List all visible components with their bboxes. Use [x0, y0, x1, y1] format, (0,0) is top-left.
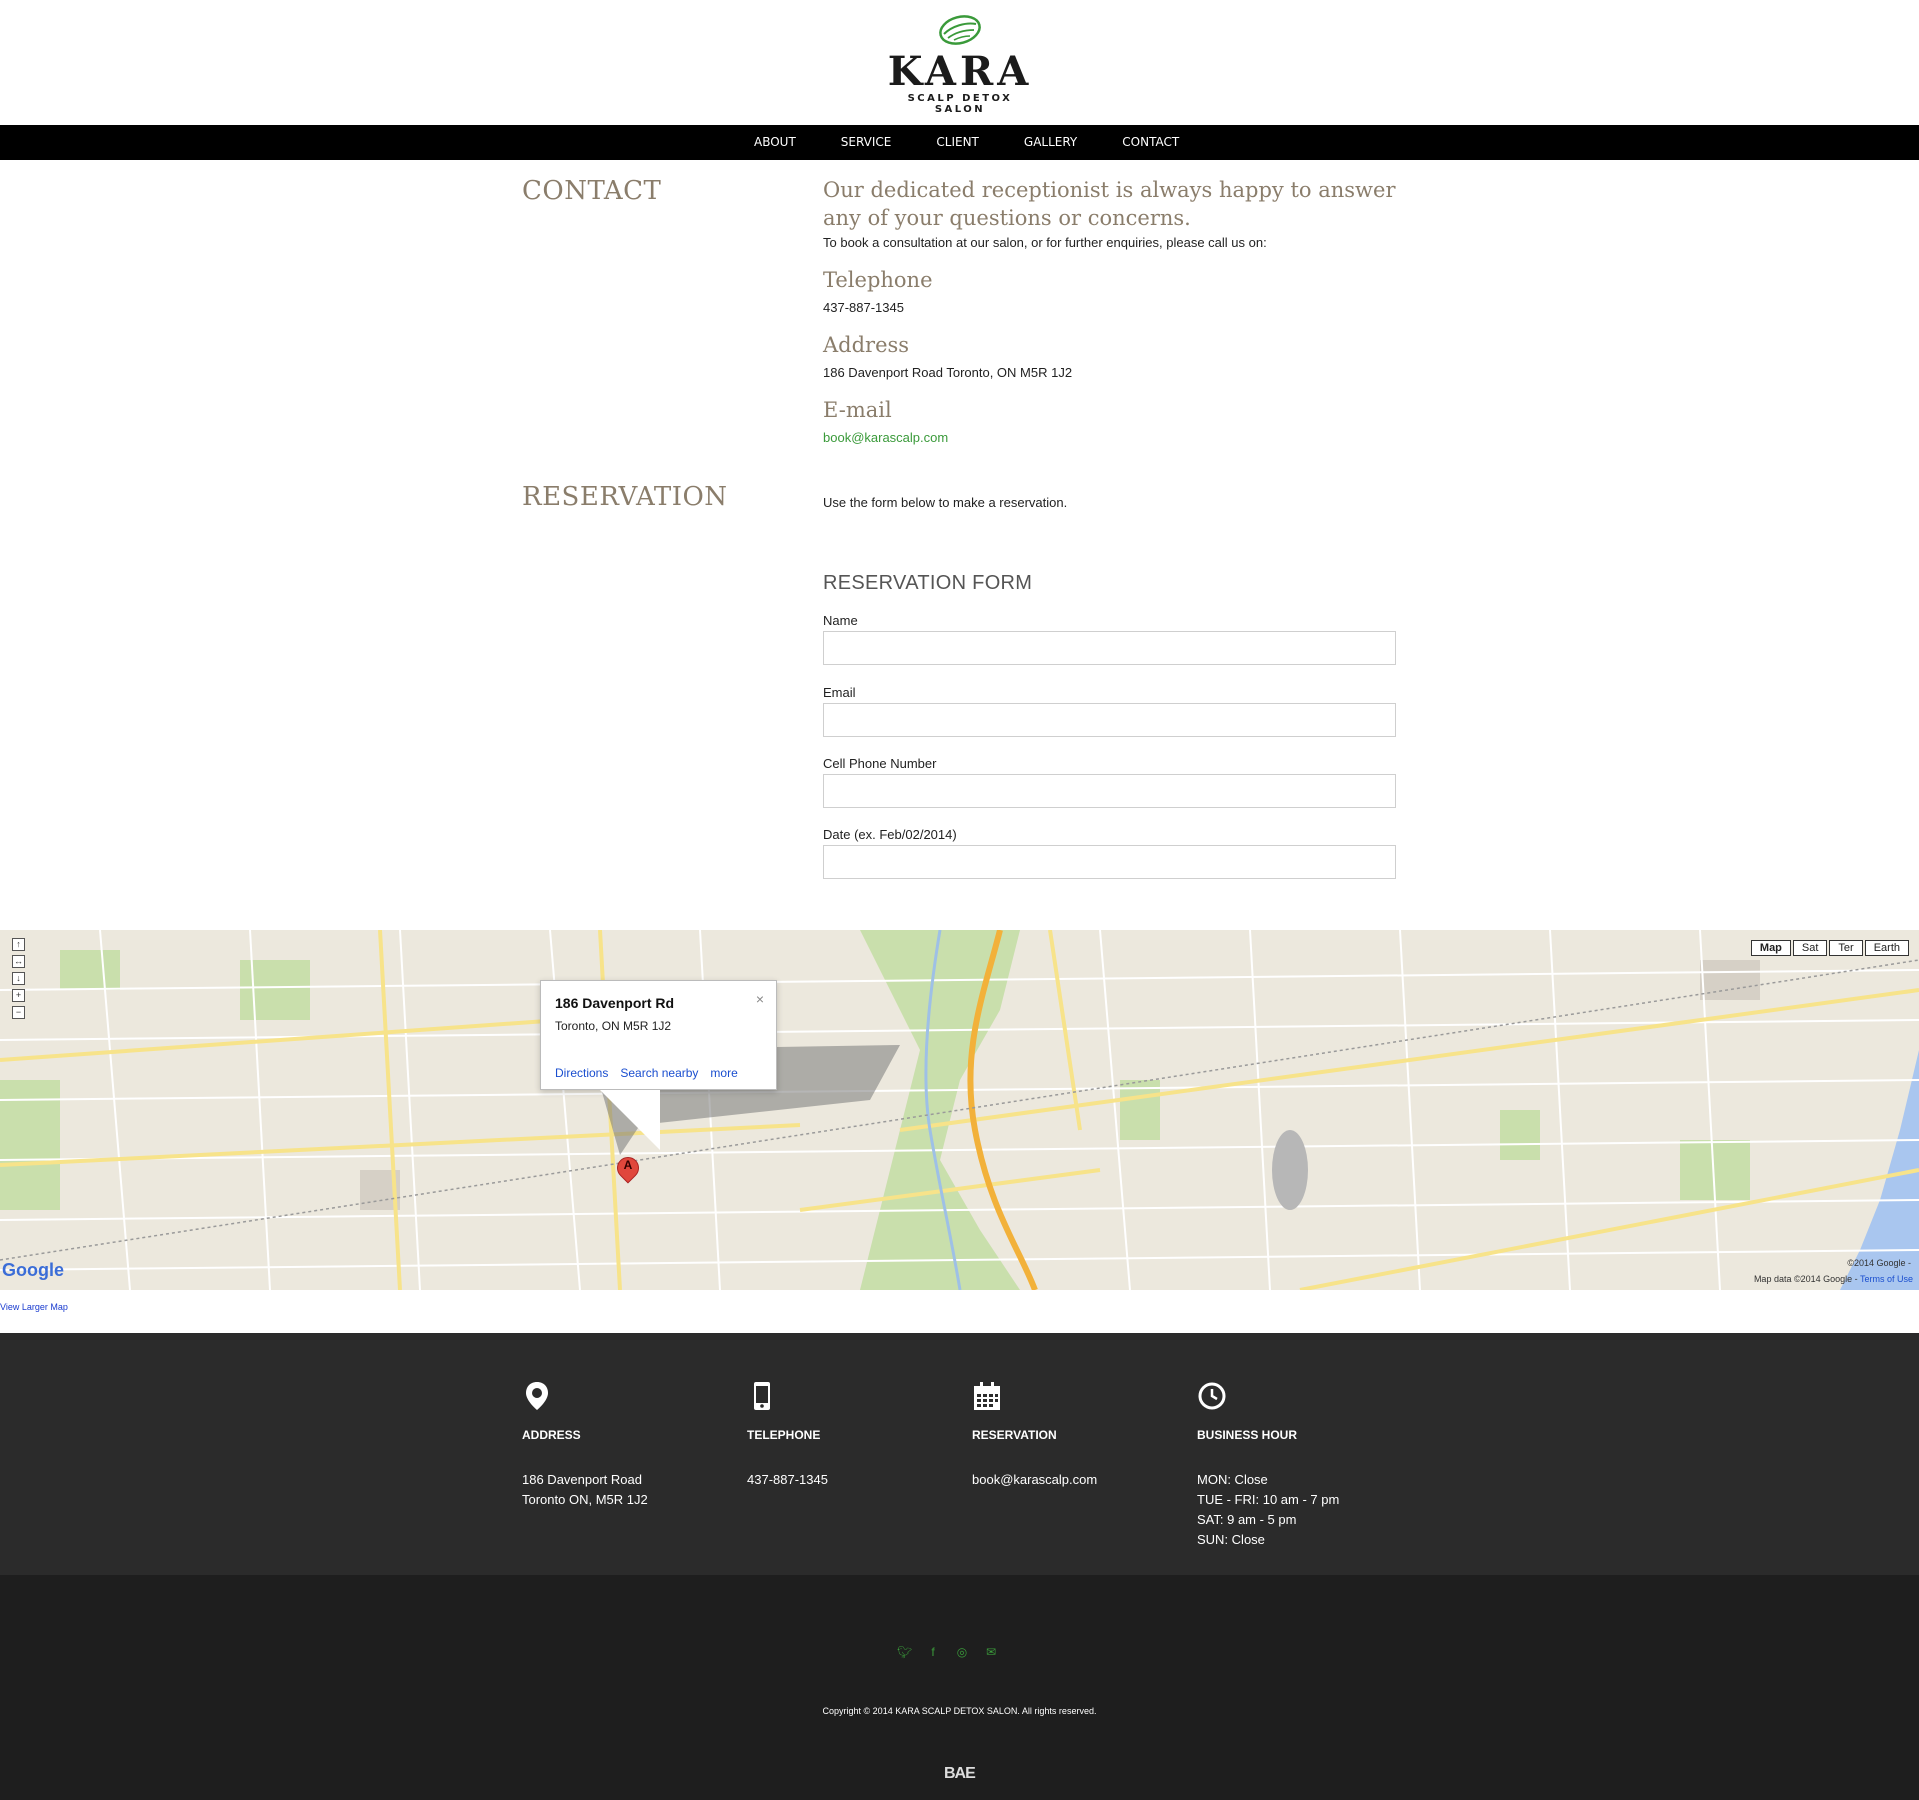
map-data-text: Map data ©2014 Google - — [1753, 1274, 1858, 1284]
footer-address-line1: 186 Davenport Road — [522, 1472, 642, 1487]
calendar-icon — [974, 1382, 1000, 1410]
reservation-intro: Use the form below to make a reservation… — [823, 495, 1068, 510]
search-nearby-link[interactable]: Search nearby — [620, 1066, 698, 1080]
more-link[interactable]: more — [710, 1066, 737, 1080]
footer-telephone-value: 437-887-1345 — [747, 1472, 828, 1487]
telephone-heading: Telephone — [823, 268, 933, 292]
pan-down-icon[interactable]: ↓ — [12, 972, 25, 985]
date-input[interactable] — [824, 846, 1395, 878]
site-bottom: 🐦︎ f ◎ ✉ Copyright © 2014 KARA SCALP DET… — [0, 1575, 1919, 1800]
hours-tue-fri: TUE - FRI: 10 am - 7 pm — [1197, 1492, 1340, 1507]
footer-address: ADDRESS 186 Davenport Road Toronto ON, M… — [522, 1380, 722, 1510]
name-label: Name — [823, 613, 858, 628]
map-type-sat[interactable]: Sat — [1792, 940, 1828, 956]
date-field-box — [823, 845, 1396, 879]
map-marker-label: A — [623, 1158, 633, 1172]
email-label: Email — [823, 685, 856, 700]
bubble-title: 186 Davenport Rd — [555, 995, 675, 1011]
clock-icon — [1198, 1382, 1226, 1410]
reservation-section-title: RESERVATION — [522, 482, 728, 512]
map-type-ter[interactable]: Ter — [1829, 940, 1863, 956]
map-type-switcher: Map Sat Ter Earth — [1749, 940, 1909, 956]
leaf-icon — [939, 15, 981, 45]
map-type-map[interactable]: Map — [1750, 940, 1791, 956]
email-field-box — [823, 703, 1396, 737]
nav-client[interactable]: CLIENT — [936, 125, 979, 160]
email-input[interactable] — [824, 704, 1395, 736]
email-icon[interactable]: ✉ — [984, 1645, 998, 1659]
zoom-in-icon[interactable]: + — [12, 989, 25, 1002]
reservation-head: RESERVATION — [972, 1428, 1057, 1442]
terms-of-use-link[interactable]: Terms of Use — [1860, 1274, 1913, 1284]
map-copyright: ©2014 Google - — [1847, 1258, 1911, 1268]
address-value: 186 Davenport Road Toronto, ON M5R 1J2 — [823, 365, 1073, 380]
email-heading: E-mail — [823, 398, 892, 422]
social-links: 🐦︎ f ◎ ✉ — [897, 1645, 1013, 1659]
name-input[interactable] — [824, 632, 1395, 664]
reservation-form-title: RESERVATION FORM — [823, 572, 1033, 594]
twitter-icon[interactable]: 🐦︎ — [897, 1645, 912, 1659]
footer-telephone: TELEPHONE 437-887-1345 — [747, 1380, 947, 1490]
bubble-address: Toronto, ON M5R 1J2 — [555, 1019, 672, 1033]
map-data-credit: Map data ©2014 Google - Terms of Use — [1754, 1274, 1913, 1284]
embedded-map[interactable]: ↑ ↔ ↓ + − Map Sat Ter Earth 186 Davenpor… — [0, 930, 1919, 1290]
footer-reservation-email[interactable]: book@karascalp.com — [972, 1470, 1172, 1490]
hours-sat: SAT: 9 am - 5 pm — [1197, 1512, 1297, 1527]
contact-section-title: CONTACT — [522, 176, 662, 206]
nav-gallery[interactable]: GALLERY — [1024, 125, 1077, 160]
email-link[interactable]: book@karascalp.com — [823, 430, 948, 445]
address-head: ADDRESS — [522, 1428, 581, 1442]
instagram-icon[interactable]: ◎ — [955, 1645, 969, 1659]
telephone-value: 437-887-1345 — [823, 300, 904, 315]
pan-left-right-icon[interactable]: ↔ — [12, 955, 25, 968]
business-hour-head: BUSINESS HOUR — [1197, 1428, 1298, 1442]
hours-sun: SUN: Close — [1197, 1532, 1265, 1547]
address-heading: Address — [823, 333, 910, 357]
bubble-tail — [600, 1090, 660, 1150]
phone-field-box — [823, 774, 1396, 808]
contact-lead: Our dedicated receptionist is always hap… — [823, 178, 1396, 230]
zoom-out-icon[interactable]: − — [12, 1006, 25, 1019]
contact-intro: To book a consultation at our salon, or … — [823, 235, 1267, 250]
phone-input[interactable] — [824, 775, 1395, 807]
directions-link[interactable]: Directions — [555, 1066, 608, 1080]
site-logo[interactable]: KARA SCALP DETOX SALON — [880, 12, 1040, 115]
google-logo: Google — [2, 1260, 64, 1280]
telephone-head: TELEPHONE — [747, 1428, 821, 1442]
footer-address-line2: Toronto ON, M5R 1J2 — [522, 1492, 648, 1507]
map-pan-zoom-controls: ↑ ↔ ↓ + − — [12, 938, 40, 1030]
footer-reservation: RESERVATION book@karascalp.com — [972, 1380, 1172, 1490]
designer-credit[interactable]: BAE — [944, 1765, 976, 1783]
copyright-text: Copyright © 2014 KARA SCALP DETOX SALON.… — [822, 1706, 1097, 1716]
nav-about[interactable]: ABOUT — [754, 125, 796, 160]
hours-mon: MON: Close — [1197, 1472, 1268, 1487]
nav-contact[interactable]: CONTACT — [1122, 125, 1179, 160]
mobile-phone-icon — [754, 1382, 770, 1410]
footer-business-hours: BUSINESS HOUR MON: Close TUE - FRI: 10 a… — [1197, 1380, 1397, 1550]
nav-service[interactable]: SERVICE — [841, 125, 892, 160]
map-canvas[interactable] — [0, 930, 1919, 1290]
phone-label: Cell Phone Number — [823, 756, 937, 771]
footer-info: ADDRESS 186 Davenport Road Toronto ON, M… — [0, 1333, 1919, 1575]
facebook-icon[interactable]: f — [926, 1645, 940, 1659]
date-label: Date (ex. Feb/02/2014) — [823, 827, 957, 842]
site-header: KARA SCALP DETOX SALON — [0, 0, 1919, 125]
close-icon[interactable]: × — [756, 991, 764, 1007]
name-field-box — [823, 631, 1396, 665]
pan-up-icon[interactable]: ↑ — [12, 938, 25, 951]
main-nav: ABOUT SERVICE CLIENT GALLERY CONTACT — [0, 125, 1919, 160]
brand-tagline: SCALP DETOX SALON — [907, 93, 1013, 115]
map-info-bubble: 186 Davenport Rd × Toronto, ON M5R 1J2 D… — [540, 980, 777, 1090]
brand-name: KARA — [887, 48, 1033, 95]
location-pin-icon — [526, 1382, 548, 1410]
view-larger-map-link[interactable]: View Larger Map — [0, 1302, 68, 1312]
map-type-earth[interactable]: Earth — [1864, 940, 1909, 956]
